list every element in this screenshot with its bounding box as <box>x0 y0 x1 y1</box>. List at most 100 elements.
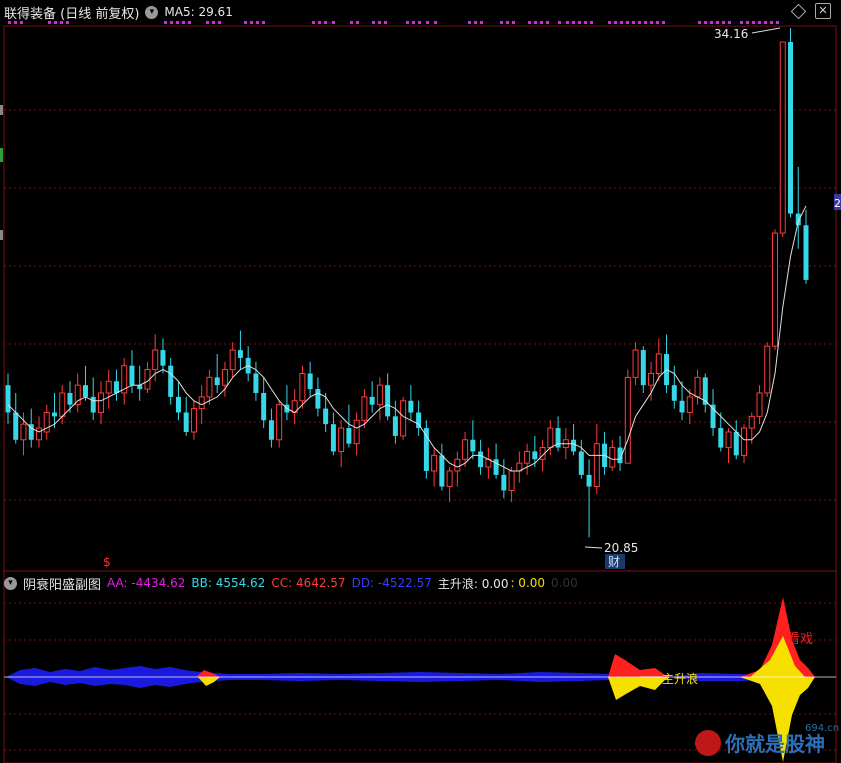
candle-body[interactable] <box>190 408 197 433</box>
candle-body[interactable] <box>5 385 11 413</box>
candle-body[interactable] <box>454 458 461 472</box>
candle-body[interactable] <box>694 376 701 398</box>
candle-body[interactable] <box>648 372 655 386</box>
sub-collapse-icon[interactable]: ▾ <box>4 576 17 590</box>
candle-body[interactable] <box>423 428 429 471</box>
candle-body[interactable] <box>183 412 189 432</box>
candle-body[interactable] <box>571 439 577 452</box>
candle-body[interactable] <box>361 396 368 421</box>
candle-body[interactable] <box>439 455 445 487</box>
candle-body[interactable] <box>268 420 274 440</box>
candle-body[interactable] <box>229 349 236 371</box>
candle-body[interactable] <box>416 412 422 429</box>
fin-tag[interactable]: 财 <box>608 555 620 569</box>
candle-body[interactable] <box>97 392 104 413</box>
candle-body[interactable] <box>679 400 685 413</box>
candle-body[interactable] <box>547 427 554 449</box>
candle-body[interactable] <box>206 376 213 398</box>
candle-body[interactable] <box>733 431 739 456</box>
candle-body[interactable] <box>741 427 748 456</box>
candle-body[interactable] <box>74 384 81 406</box>
candle-body[interactable] <box>59 392 66 417</box>
candle-body[interactable] <box>67 392 73 405</box>
candle-body[interactable] <box>369 396 375 405</box>
candle-body[interactable] <box>593 443 600 488</box>
candle-body[interactable] <box>175 396 181 413</box>
candle-body[interactable] <box>307 373 313 390</box>
candle-body[interactable] <box>253 373 259 393</box>
candle-body[interactable] <box>462 439 469 460</box>
candle-body[interactable] <box>764 345 771 394</box>
signal-dot <box>644 21 647 24</box>
candle-body[interactable] <box>168 365 174 397</box>
candle-body[interactable] <box>276 404 283 441</box>
candle-body[interactable] <box>315 389 321 409</box>
signal-dot <box>578 21 581 24</box>
sub-chart-title[interactable]: 阴衰阳盛副图 <box>23 574 101 593</box>
candle-body[interactable] <box>299 372 306 402</box>
candle-body[interactable] <box>221 369 228 386</box>
candle-body[interactable] <box>385 385 391 417</box>
candle-body[interactable] <box>431 454 438 472</box>
signal-dot <box>528 21 531 24</box>
candle-body[interactable] <box>803 225 809 280</box>
candle-body[interactable] <box>82 385 88 397</box>
candle-body[interactable] <box>90 396 96 413</box>
stock-title[interactable]: 联得装备 (日线 前复权) <box>4 3 139 22</box>
candle-body[interactable] <box>346 428 352 444</box>
main-panel-border <box>3 25 837 572</box>
candle-body[interactable] <box>524 450 531 464</box>
candle-body[interactable] <box>640 350 646 386</box>
candle-body[interactable] <box>35 427 42 441</box>
candle-body[interactable] <box>493 459 499 475</box>
candle-body[interactable] <box>632 349 639 378</box>
signal-tag[interactable]: $ <box>103 555 111 569</box>
signal-dot <box>244 21 247 24</box>
candle-body[interactable] <box>501 474 507 491</box>
candle-body[interactable] <box>686 396 693 413</box>
candle-body[interactable] <box>446 470 453 488</box>
candle-body[interactable] <box>113 381 119 393</box>
candle-body[interactable] <box>400 400 407 437</box>
candle-body[interactable] <box>376 384 383 406</box>
candle-body[interactable] <box>578 451 584 475</box>
candle-body[interactable] <box>772 232 779 347</box>
candle-body[interactable] <box>655 353 662 374</box>
candle-body[interactable] <box>261 392 267 421</box>
candle-body[interactable] <box>353 419 360 445</box>
candle-body[interactable] <box>20 423 27 441</box>
candle-body[interactable] <box>478 451 484 468</box>
candle-body[interactable] <box>779 41 786 234</box>
candle-body[interactable] <box>160 350 166 366</box>
candle-body[interactable] <box>105 380 112 394</box>
candle-body[interactable] <box>508 470 515 491</box>
close-icon[interactable]: ✕ <box>815 3 831 19</box>
collapse-icon[interactable]: ▾ <box>145 5 159 19</box>
candle-body[interactable] <box>323 408 329 425</box>
candle-body[interactable] <box>13 412 19 440</box>
candle-body[interactable] <box>198 396 205 410</box>
candle-body[interactable] <box>748 415 755 429</box>
candle-body[interactable] <box>470 439 476 452</box>
candle-body[interactable] <box>392 416 398 436</box>
candle-body[interactable] <box>756 392 763 417</box>
candle-body[interactable] <box>788 42 794 214</box>
candle-body[interactable] <box>129 365 135 386</box>
candle-body[interactable] <box>408 400 414 413</box>
candle-body[interactable] <box>671 385 677 401</box>
candle-body[interactable] <box>338 427 345 452</box>
kline-chart[interactable]: 34.16 20.85 财 $ 2 主升浪 看戏 <box>0 0 841 763</box>
candle-body[interactable] <box>624 376 631 464</box>
signal-dot <box>626 21 629 24</box>
candle-body[interactable] <box>725 431 732 449</box>
candle-body[interactable] <box>718 428 724 448</box>
candle-body[interactable] <box>532 451 538 460</box>
candle-body[interactable] <box>586 474 592 487</box>
candle-body[interactable] <box>137 385 143 390</box>
candle-body[interactable] <box>237 350 243 358</box>
candle-body[interactable] <box>330 424 336 452</box>
candle-body[interactable] <box>51 412 57 417</box>
candle-body[interactable] <box>609 447 616 468</box>
candle-body[interactable] <box>214 377 220 386</box>
candle-body[interactable] <box>152 349 159 371</box>
